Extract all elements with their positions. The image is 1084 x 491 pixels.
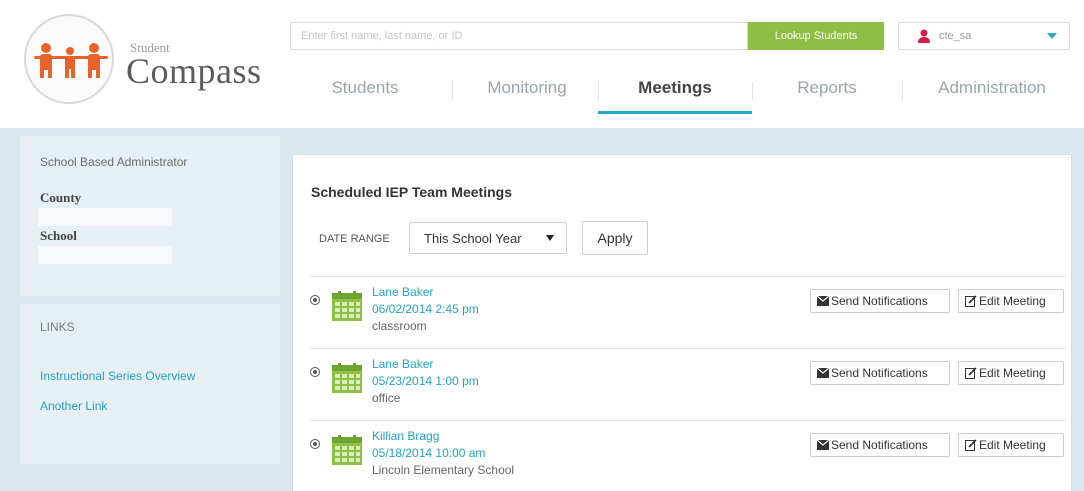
links-heading: LINKS <box>40 320 75 334</box>
meeting-location: classroom <box>372 319 427 333</box>
user-menu[interactable]: cte_sa <box>898 22 1070 50</box>
page-title: Scheduled IEP Team Meetings <box>311 184 512 200</box>
meeting-row: Lane Baker 05/23/2014 1:00 pm office Sen… <box>310 348 1066 420</box>
meeting-student-name[interactable]: Lane Baker <box>372 285 433 299</box>
school-label: School <box>40 228 77 243</box>
meeting-row: Lane Baker 06/02/2014 2:45 pm classroom … <box>310 276 1066 348</box>
role-label: School Based Administrator <box>40 155 188 169</box>
link-instructional-series-overview[interactable]: Instructional Series Overview <box>40 369 195 383</box>
tab-administration[interactable]: Administration <box>902 70 1082 116</box>
edit-icon <box>965 295 977 307</box>
date-range-value: This School Year <box>424 230 522 246</box>
send-notifications-button[interactable]: Send Notifications <box>810 361 950 385</box>
calendar-icon <box>332 363 362 393</box>
expand-icon[interactable] <box>310 295 320 305</box>
student-search-input[interactable] <box>290 22 748 50</box>
edit-meeting-button[interactable]: Edit Meeting <box>958 361 1064 385</box>
edit-meeting-label: Edit Meeting <box>979 294 1046 308</box>
tab-monitoring[interactable]: Monitoring <box>452 70 602 116</box>
school-value-redacted <box>38 246 172 264</box>
student-compass-logo[interactable]: Student Compass <box>24 14 261 104</box>
meeting-student-name[interactable]: Lane Baker <box>372 357 433 371</box>
family-figures-icon <box>34 43 108 78</box>
edit-meeting-button[interactable]: Edit Meeting <box>958 289 1064 313</box>
date-range-label: DATE RANGE <box>319 233 390 245</box>
county-value-redacted <box>38 208 172 226</box>
envelope-icon <box>817 440 829 450</box>
envelope-icon <box>817 368 829 378</box>
meeting-student-name[interactable]: Killian Bragg <box>372 429 439 443</box>
calendar-icon <box>332 435 362 465</box>
expand-icon[interactable] <box>310 439 320 449</box>
chevron-down-icon[interactable] <box>1047 33 1057 39</box>
send-notifications-button[interactable]: Send Notifications <box>810 289 950 313</box>
edit-icon <box>965 439 977 451</box>
edit-meeting-label: Edit Meeting <box>979 366 1046 380</box>
app-header: Student Compass Lookup Students cte_sa S… <box>0 0 1084 128</box>
lookup-students-button[interactable]: Lookup Students <box>748 22 884 50</box>
main-nav: Students Monitoring Meetings Reports Adm… <box>290 70 1084 116</box>
tab-reports[interactable]: Reports <box>752 70 902 116</box>
send-notifications-label: Send Notifications <box>831 294 928 308</box>
meeting-datetime[interactable]: 05/23/2014 1:00 pm <box>372 374 479 388</box>
edit-meeting-button[interactable]: Edit Meeting <box>958 433 1064 457</box>
apply-button[interactable]: Apply <box>582 221 648 255</box>
caret-down-icon <box>546 235 554 241</box>
meeting-datetime[interactable]: 06/02/2014 2:45 pm <box>372 302 479 316</box>
link-another-link[interactable]: Another Link <box>40 399 107 413</box>
logo-compass-text: Compass <box>126 51 262 91</box>
send-notifications-label: Send Notifications <box>831 366 928 380</box>
user-icon <box>918 29 930 43</box>
send-notifications-label: Send Notifications <box>831 438 928 452</box>
meeting-row: Killian Bragg 05/18/2014 10:00 am Lincol… <box>310 420 1066 491</box>
meeting-datetime[interactable]: 05/18/2014 10:00 am <box>372 446 485 460</box>
edit-meeting-label: Edit Meeting <box>979 438 1046 452</box>
calendar-icon <box>332 291 362 321</box>
date-range-select[interactable]: This School Year <box>409 222 567 254</box>
meeting-location: Lincoln Elementary School <box>372 463 515 477</box>
envelope-icon <box>817 296 829 306</box>
username: cte_sa <box>939 30 972 42</box>
county-label: County <box>40 190 82 205</box>
send-notifications-button[interactable]: Send Notifications <box>810 433 950 457</box>
tab-students[interactable]: Students <box>310 70 420 116</box>
expand-icon[interactable] <box>310 367 320 377</box>
tab-meetings[interactable]: Meetings <box>598 70 752 116</box>
edit-icon <box>965 367 977 379</box>
meeting-location: office <box>372 391 401 405</box>
